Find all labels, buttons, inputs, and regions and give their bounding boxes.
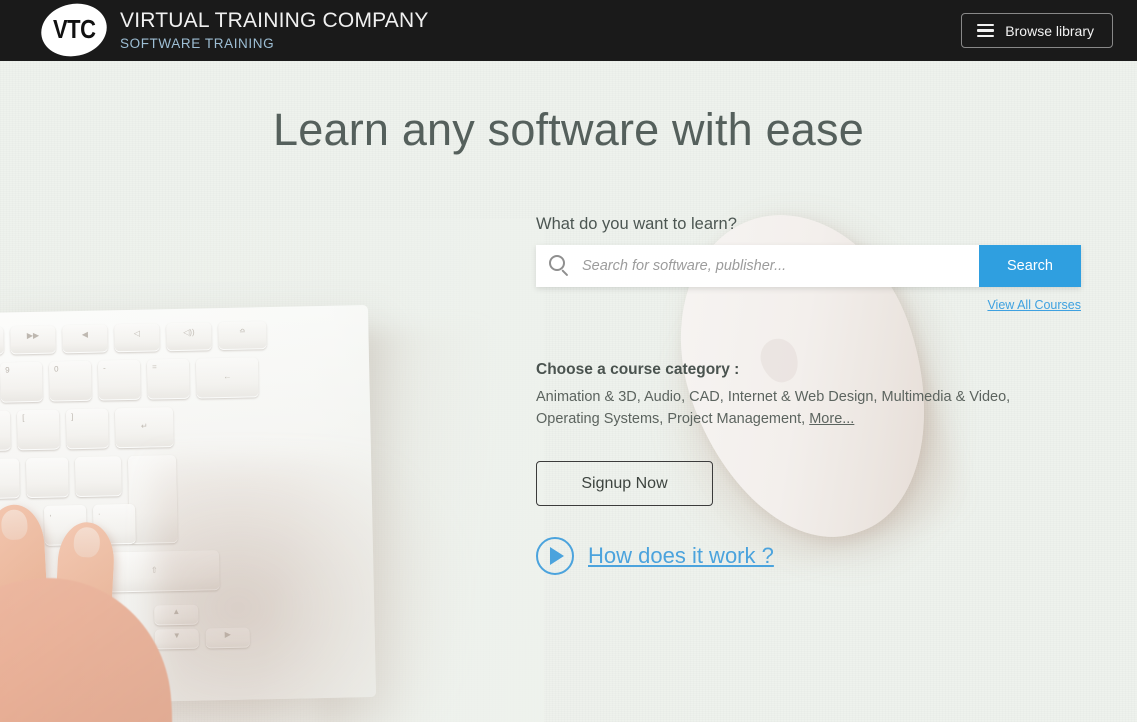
view-all-courses-row: View All Courses [536,296,1081,314]
category-list: Animation & 3D, Audio, CAD, Internet & W… [536,386,1066,430]
brand-text: VIRTUAL TRAINING COMPANY SOFTWARE TRAINI… [120,9,429,52]
brand-subtitle: SOFTWARE TRAINING [120,35,275,51]
hamburger-menu-icon [977,23,995,38]
category-list-text: Animation & 3D, Audio, CAD, Internet & W… [536,389,1011,427]
brand-title: VIRTUAL TRAINING COMPANY [120,8,429,32]
browse-library-button[interactable]: Browse library [961,13,1113,48]
how-does-it-work-link[interactable]: How does it work ? [588,543,774,569]
search-label: What do you want to learn? [536,215,737,233]
search-row: Search [536,245,1081,287]
view-all-courses-link[interactable]: View All Courses [987,298,1081,312]
signup-now-button[interactable]: Signup Now [536,461,713,506]
photo-fade-overlay [0,219,544,722]
logo-text: VTC [52,14,96,45]
how-does-it-work-row[interactable]: How does it work ? [536,537,1081,575]
page-title: Learn any software with ease [273,104,864,155]
category-heading: Choose a course category : [536,361,740,378]
vtc-logo-icon: VTC [36,0,112,63]
search-box[interactable] [536,245,979,287]
category-more-link[interactable]: More... [809,411,854,427]
search-icon [549,255,571,277]
keyboard-hand-photo: ▶❙ ▶▶ ◀ ◁ ◁)) ≏ 8 9 0 - = ← P [ ] ↵ [0,219,544,722]
search-input[interactable] [582,258,979,274]
site-header: VTC VIRTUAL TRAINING COMPANY SOFTWARE TR… [0,0,1137,63]
play-icon[interactable] [536,537,574,575]
search-button[interactable]: Search [979,245,1081,287]
brand[interactable]: VTC VIRTUAL TRAINING COMPANY SOFTWARE TR… [36,0,429,63]
browse-library-label: Browse library [1005,22,1094,39]
hero-panel: What do you want to learn? Search View A… [536,215,1081,575]
